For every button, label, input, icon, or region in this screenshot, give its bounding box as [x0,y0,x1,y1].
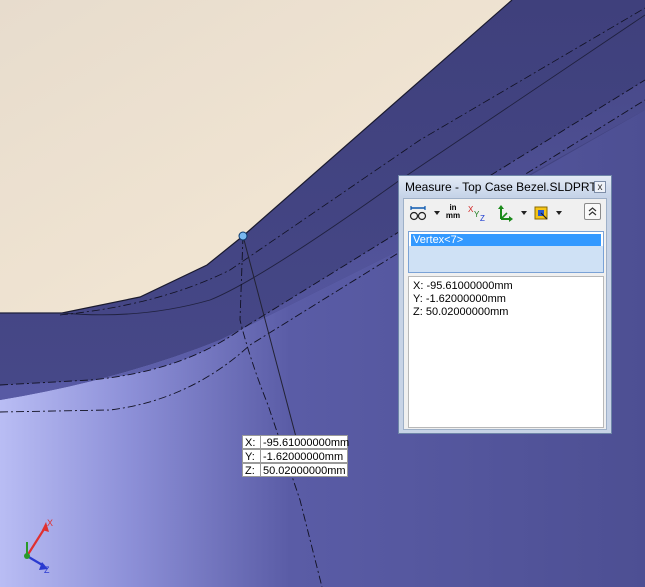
result-y: Y: -1.62000000mm [413,293,506,305]
close-icon[interactable]: x [594,181,606,193]
units-bottom-label: mm [445,211,461,220]
units-precision-button[interactable]: in mm [444,204,462,222]
selection-list-empty-area [409,246,603,272]
measure-body: in mm X Y Z Vertex<7> X: -95.61000000mm … [403,198,607,430]
measure-dialog[interactable]: Measure - Top Case Bezel.SLDPRT x in mm … [398,175,612,434]
vertex-coordinate-callout[interactable]: X: -95.61000000mm Y: -1.62000000mm Z: 50… [242,435,349,477]
triad-x-label: X [47,518,53,528]
selection-list[interactable]: Vertex<7> [408,231,604,273]
xyz-dimensions-icon[interactable]: X Y Z [467,204,487,222]
collapse-up-icon[interactable] [584,203,601,220]
measure-results: X: -95.61000000mm Y: -1.62000000mm Z: 50… [408,276,604,428]
coordinate-system-dropdown-icon[interactable] [521,211,527,215]
selected-vertex[interactable] [238,231,248,241]
callout-x-value: -95.61000000mm [260,435,349,449]
measure-titlebar[interactable]: Measure - Top Case Bezel.SLDPRT x [399,176,611,197]
result-x: X: -95.61000000mm [413,280,513,292]
selection-item-vertex[interactable]: Vertex<7> [411,234,601,246]
callout-x-label: X: [242,435,260,449]
measure-toolbar: in mm X Y Z [404,199,606,227]
callout-z-value: 50.02000000mm [260,463,348,477]
result-z: Z: 50.02000000mm [413,306,509,318]
measure-title: Measure - Top Case Bezel.SLDPRT [405,180,597,194]
callout-y-label: Y: [242,449,260,463]
projection-icon[interactable] [532,204,550,222]
arc-circle-measure-icon[interactable] [408,204,428,222]
triad-z-label: Z [44,565,50,575]
svg-text:Z: Z [480,214,485,222]
arc-options-dropdown-icon[interactable] [434,211,440,215]
coordinate-system-icon[interactable] [496,204,514,222]
callout-z-label: Z: [242,463,260,477]
projection-dropdown-icon[interactable] [556,211,562,215]
callout-y-value: -1.62000000mm [260,449,348,463]
